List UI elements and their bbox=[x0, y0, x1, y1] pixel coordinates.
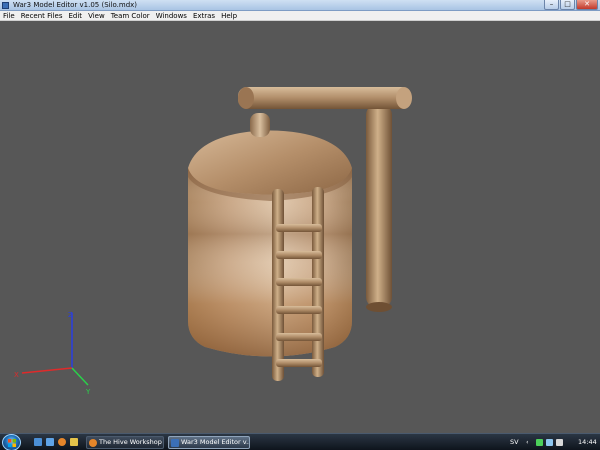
volume-icon[interactable] bbox=[556, 439, 563, 446]
security-icon[interactable] bbox=[546, 439, 553, 446]
maximize-button[interactable]: □ bbox=[560, 0, 575, 10]
firefox-icon bbox=[89, 439, 97, 447]
y-axis bbox=[71, 367, 89, 386]
z-axis-label: Z bbox=[68, 311, 73, 319]
menu-bar: File Recent Files Edit View Team Color W… bbox=[0, 11, 600, 21]
tray-expand-icon[interactable]: ‹ bbox=[526, 434, 529, 450]
tank-roof bbox=[188, 130, 352, 195]
roof-pipe bbox=[250, 113, 270, 137]
task-war3-model-editor[interactable]: War3 Model Editor v... bbox=[168, 436, 250, 449]
firefox-quicklaunch-icon[interactable] bbox=[58, 438, 66, 446]
editor-icon bbox=[171, 439, 179, 447]
menu-help[interactable]: Help bbox=[218, 11, 240, 20]
menu-extras[interactable]: Extras bbox=[190, 11, 218, 20]
window-controls: – □ ✕ bbox=[544, 0, 598, 11]
close-button[interactable]: ✕ bbox=[576, 0, 598, 10]
minimize-button[interactable]: – bbox=[544, 0, 559, 10]
top-beam bbox=[238, 87, 412, 109]
support-post bbox=[366, 105, 392, 307]
app-icon bbox=[2, 2, 9, 9]
menu-file[interactable]: File bbox=[0, 11, 18, 20]
x-axis-label: X bbox=[14, 371, 19, 379]
start-button[interactable] bbox=[2, 434, 21, 450]
clock[interactable]: 14:44 bbox=[578, 434, 597, 450]
show-desktop-icon[interactable] bbox=[34, 438, 42, 446]
switch-windows-icon[interactable] bbox=[46, 438, 54, 446]
window-title: War3 Model Editor v1.05 (Silo.mdx) bbox=[13, 1, 138, 9]
menu-team-color[interactable]: Team Color bbox=[108, 11, 153, 20]
app-window: War3 Model Editor v1.05 (Silo.mdx) – □ ✕… bbox=[0, 0, 600, 450]
axis-gizmo: Z X Y bbox=[14, 311, 91, 396]
menu-windows[interactable]: Windows bbox=[153, 11, 190, 20]
task-hive-workshop[interactable]: The Hive Workshop ... bbox=[86, 436, 164, 449]
windows-logo-icon bbox=[8, 439, 16, 447]
menu-edit[interactable]: Edit bbox=[66, 11, 86, 20]
viewport-canvas: Z X Y bbox=[14, 87, 412, 396]
model-viewport[interactable]: Z X Y bbox=[0, 21, 600, 433]
silo-model[interactable] bbox=[188, 87, 412, 381]
y-axis-label: Y bbox=[85, 388, 91, 396]
language-indicator[interactable]: SV bbox=[510, 434, 519, 450]
x-axis bbox=[21, 367, 73, 374]
task-label: The Hive Workshop ... bbox=[99, 438, 164, 446]
explorer-quicklaunch-icon[interactable] bbox=[70, 438, 78, 446]
menu-view[interactable]: View bbox=[85, 11, 108, 20]
network-icon[interactable] bbox=[536, 439, 543, 446]
taskbar: The Hive Workshop ... War3 Model Editor … bbox=[0, 433, 600, 450]
title-bar[interactable]: War3 Model Editor v1.05 (Silo.mdx) – □ ✕ bbox=[0, 0, 600, 11]
menu-recent-files[interactable]: Recent Files bbox=[18, 11, 66, 20]
task-label: War3 Model Editor v... bbox=[181, 438, 250, 446]
